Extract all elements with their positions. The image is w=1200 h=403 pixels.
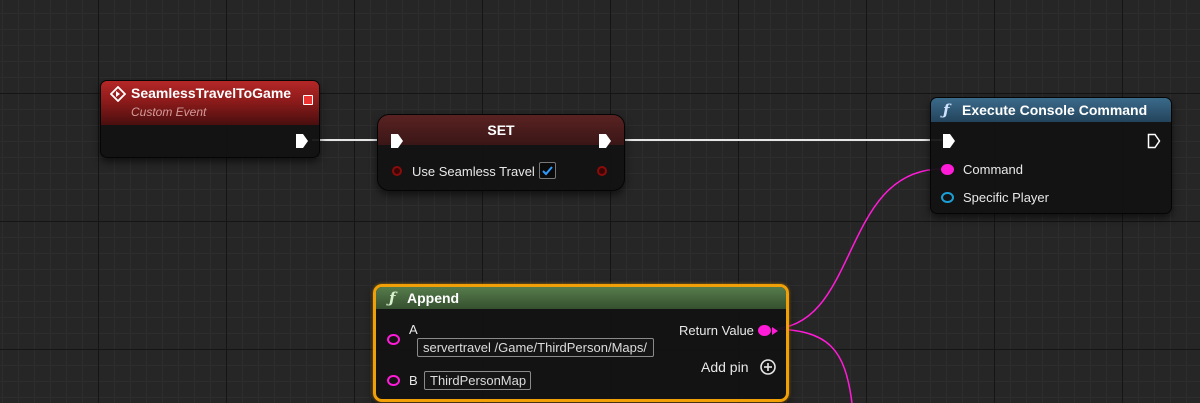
set-variable-node[interactable]: SET Use Seamless Travel (377, 114, 625, 191)
return-value-label: Return Value (679, 323, 754, 338)
command-string-pin-icon[interactable] (941, 164, 954, 175)
add-pin-label[interactable]: Add pin (701, 359, 748, 375)
execute-console-command-node[interactable]: ƒ Execute Console Command Command Specif… (930, 97, 1172, 214)
pin-a-text-field[interactable]: servertravel /Game/ThirdPerson/Maps/ (417, 338, 654, 357)
checkmark-icon (542, 166, 553, 176)
pin-b-text-field[interactable]: ThirdPersonMap (424, 371, 531, 390)
function-icon: ƒ (389, 289, 396, 307)
custom-event-subtitle: Custom Event (131, 105, 207, 119)
string-wire-return-to-command[interactable] (769, 168, 943, 330)
pin-b-label: B (409, 373, 418, 388)
pin-a-label: A (409, 322, 418, 337)
exec-output-pin-icon[interactable] (598, 133, 612, 149)
custom-event-node[interactable]: SeamlessTravelToGame Custom Event (100, 80, 320, 158)
exec-output-pin-icon[interactable] (295, 133, 309, 149)
use-seamless-travel-checkbox[interactable] (539, 162, 556, 179)
specific-player-pin-label: Specific Player (963, 190, 1049, 205)
event-diamond-icon (110, 86, 126, 102)
bool-input-pin-icon[interactable] (392, 166, 402, 176)
exec-input-pin-icon[interactable] (942, 133, 956, 149)
command-pin-label: Command (963, 162, 1023, 177)
specific-player-object-pin-icon[interactable] (941, 192, 954, 203)
pin-b-string-pin-icon[interactable] (387, 375, 400, 386)
custom-event-title: SeamlessTravelToGame (131, 85, 292, 101)
append-node[interactable]: ƒ Append A servertravel /Game/ThirdPerso… (373, 284, 789, 402)
set-node-title: SET (487, 122, 515, 138)
bool-output-pin-icon[interactable] (597, 166, 607, 176)
pin-a-string-pin-icon[interactable] (387, 334, 400, 345)
execute-node-title: Execute Console Command (962, 102, 1148, 118)
append-node-title: Append (407, 290, 460, 306)
return-value-string-pin-icon[interactable] (758, 325, 771, 336)
exec-input-pin-icon[interactable] (390, 133, 404, 149)
delegate-pin-icon[interactable] (303, 95, 313, 105)
function-icon: ƒ (943, 101, 950, 119)
add-pin-plus-icon[interactable] (759, 358, 777, 376)
use-seamless-travel-label: Use Seamless Travel (412, 164, 535, 179)
exec-output-pin-icon[interactable] (1147, 133, 1161, 149)
return-value-arrow-icon (772, 327, 778, 335)
